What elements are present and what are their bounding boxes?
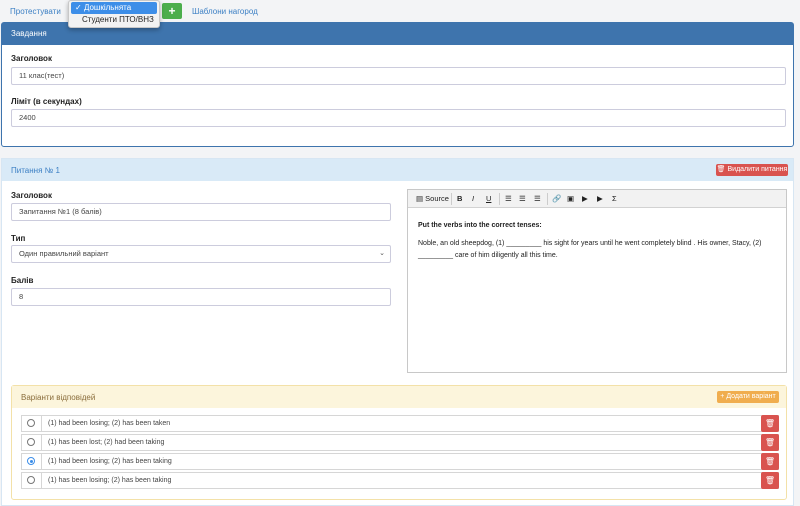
toolbar-divider	[547, 193, 548, 205]
video-icon[interactable]: ▶	[597, 194, 603, 204]
editor-paragraph: Noble, an old sheepdog, (1) _________ hi…	[418, 240, 762, 259]
answer-text[interactable]: (1) had been losing; (2) has been taking	[48, 458, 172, 465]
question-panel-header: Питання № 1 🗑 Видалити питання	[2, 159, 793, 181]
align-right-icon[interactable]: ☰	[534, 194, 541, 204]
answer-radio-checked[interactable]	[27, 457, 35, 465]
align-center-icon[interactable]: ☰	[519, 194, 526, 204]
answer-row: (1) had been losing; (2) has been taken …	[21, 415, 779, 432]
dropdown-option-selected[interactable]: ✓ Дошкільнята	[71, 2, 157, 14]
source-icon: ▤	[416, 194, 426, 203]
editor-toolbar: ▤ Source B I U ☰ ☰ ☰ 🔗 ▣ ▶ ▶ Σ	[408, 190, 786, 208]
source-button[interactable]: ▤ Source	[416, 194, 449, 204]
question-title-label: Заголовок	[11, 191, 52, 200]
answer-radio[interactable]	[27, 438, 35, 446]
answers-title: Варіанти відповідей	[21, 393, 96, 402]
top-bar: Протестувати + Шаблони нагород ✓ Дошкіль…	[0, 0, 800, 28]
trash-icon: 🗑	[764, 457, 776, 466]
answer-radio[interactable]	[27, 476, 35, 484]
delete-answer-button[interactable]: 🗑	[761, 415, 779, 432]
italic-icon[interactable]: I	[472, 194, 474, 204]
type-label: Тип	[11, 234, 26, 243]
editor-heading: Put the verbs into the correct tenses:	[418, 222, 542, 229]
answer-row: (1) had been losing; (2) has been taking…	[21, 453, 779, 470]
align-left-icon[interactable]: ☰	[505, 194, 512, 204]
question-panel: Питання № 1 🗑 Видалити питання Заголовок…	[1, 158, 794, 506]
trash-icon: 🗑	[764, 476, 776, 485]
bold-icon[interactable]: B	[457, 194, 462, 204]
answer-radio-cell	[22, 473, 42, 488]
dropdown-option[interactable]: Студенти ПТО/ВНЗ	[69, 14, 159, 26]
time-limit-input[interactable]: 2400	[11, 109, 786, 127]
task-title-label: Заголовок	[11, 54, 52, 63]
answer-text[interactable]: (1) has been losing; (2) has been taking	[48, 477, 171, 484]
question-title: Питання № 1	[11, 166, 60, 175]
type-select-value: Один правильний варіант	[19, 249, 109, 258]
editor-content[interactable]: Put the verbs into the correct tenses: N…	[408, 208, 786, 272]
answer-row: (1) has been losing; (2) has been taking…	[21, 472, 779, 489]
points-input[interactable]: 8	[11, 288, 391, 306]
add-answer-button[interactable]: + Додати варіант	[717, 391, 779, 403]
question-title-input[interactable]: Запитання №1 (8 балів)	[11, 203, 391, 221]
time-limit-label: Ліміт (в секундах)	[11, 97, 82, 106]
add-button[interactable]: +	[162, 3, 182, 19]
audience-dropdown[interactable]: ✓ Дошкільнята Студенти ПТО/ВНЗ	[68, 0, 160, 28]
answer-radio-cell	[22, 454, 42, 469]
delete-question-button[interactable]: 🗑 Видалити питання	[716, 164, 788, 176]
link-icon[interactable]: 🔗	[552, 194, 561, 204]
delete-answer-button[interactable]: 🗑	[761, 472, 779, 489]
answers-panel-header: Варіанти відповідей + Додати варіант	[12, 386, 786, 408]
answer-radio-cell	[22, 435, 42, 450]
answer-radio-cell	[22, 416, 42, 431]
answers-panel: Варіанти відповідей + Додати варіант (1)…	[11, 385, 787, 500]
checkmark-icon: ✓	[75, 3, 84, 12]
toolbar-divider	[499, 193, 500, 205]
answer-text[interactable]: (1) had been losing; (2) has been taken	[48, 420, 170, 427]
type-select[interactable]: Один правильний варіант ⌄	[11, 245, 391, 263]
task-title-input[interactable]: 11 клас(тест)	[11, 67, 786, 85]
delete-answer-button[interactable]: 🗑	[761, 434, 779, 451]
answer-text[interactable]: (1) has been lost; (2) had been taking	[48, 439, 164, 446]
youtube-icon[interactable]: ▶	[582, 194, 588, 204]
answer-radio[interactable]	[27, 419, 35, 427]
sigma-icon[interactable]: Σ	[612, 194, 617, 204]
trash-icon: 🗑	[764, 438, 776, 447]
award-templates-link[interactable]: Шаблони нагород	[192, 7, 258, 16]
rich-text-editor[interactable]: ▤ Source B I U ☰ ☰ ☰ 🔗 ▣ ▶ ▶ Σ Put the v…	[407, 189, 787, 373]
answer-row: (1) has been lost; (2) had been taking 🗑	[21, 434, 779, 451]
toolbar-divider	[451, 193, 452, 205]
image-icon[interactable]: ▣	[567, 194, 574, 204]
chevron-down-icon: ⌄	[379, 250, 385, 257]
delete-answer-button[interactable]: 🗑	[761, 453, 779, 470]
trash-icon: 🗑	[764, 419, 776, 428]
points-label: Балів	[11, 276, 34, 285]
underline-icon[interactable]: U	[486, 194, 491, 204]
plus-icon: +	[168, 4, 176, 18]
trash-icon: 🗑	[716, 166, 728, 173]
test-link[interactable]: Протестувати	[10, 7, 61, 16]
task-panel: Завдання Заголовок 11 клас(тест) Ліміт (…	[1, 22, 794, 147]
